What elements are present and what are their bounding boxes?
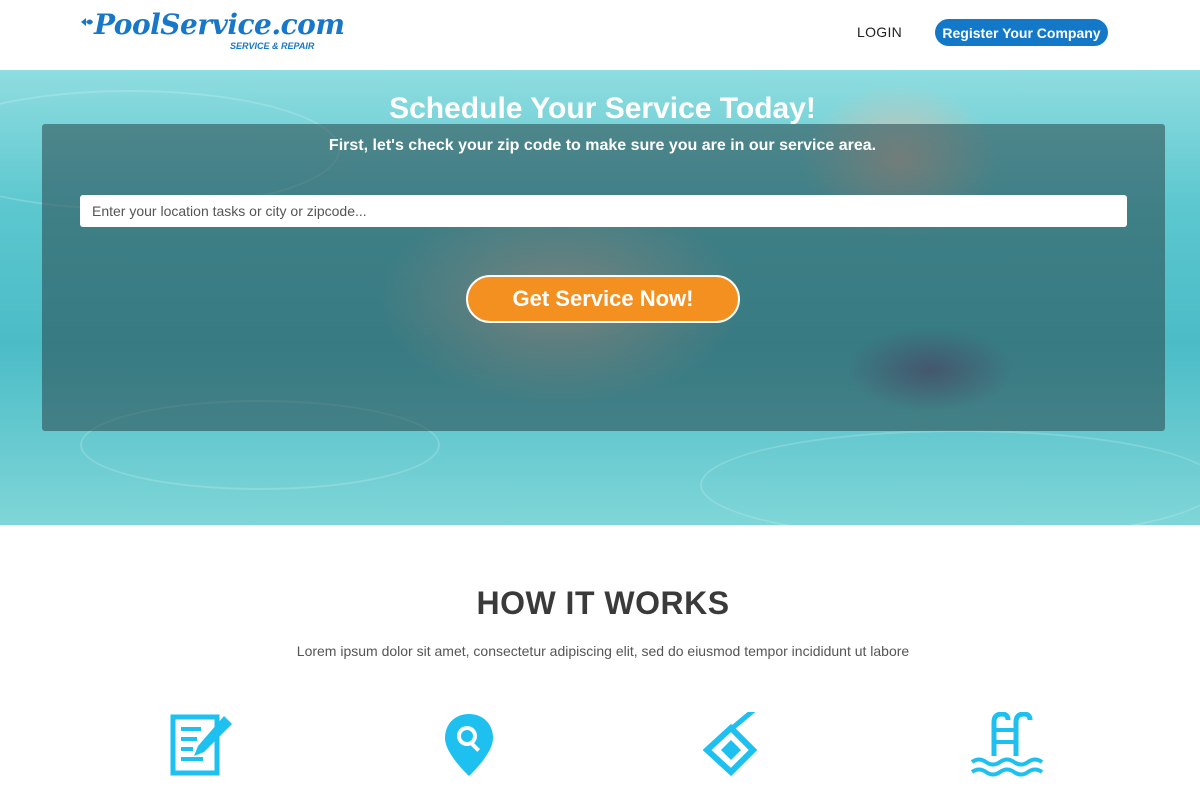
hero-subtitle: First, let's check your zip code to make…: [328, 137, 877, 154]
register-company-button[interactable]: Register Your Company: [935, 19, 1108, 46]
fish-icon: [81, 18, 93, 26]
water-ripple: [700, 430, 1200, 525]
form-edit-icon: [170, 714, 232, 776]
pool-ladder-icon: [970, 712, 1044, 777]
logo[interactable]: PoolService.com SERVICE & REPAIR: [81, 8, 345, 56]
location-search-input[interactable]: [80, 195, 1127, 227]
hero-title: Schedule Your Service Today!: [389, 92, 816, 125]
logo-wordmark: PoolService.com: [94, 8, 345, 41]
site-header: PoolService.com SERVICE & REPAIR LOGIN R…: [0, 0, 1200, 70]
how-it-works-description: Lorem ipsum dolor sit amet, consectetur …: [296, 643, 910, 659]
login-link[interactable]: LOGIN: [857, 24, 902, 40]
how-it-works-title: HOW IT WORKS: [476, 585, 730, 621]
pool-skimmer-icon: [703, 712, 758, 777]
get-service-button[interactable]: Get Service Now!: [466, 275, 740, 323]
location-search-icon: [445, 714, 493, 776]
logo-tagline: SERVICE & REPAIR: [230, 41, 315, 51]
